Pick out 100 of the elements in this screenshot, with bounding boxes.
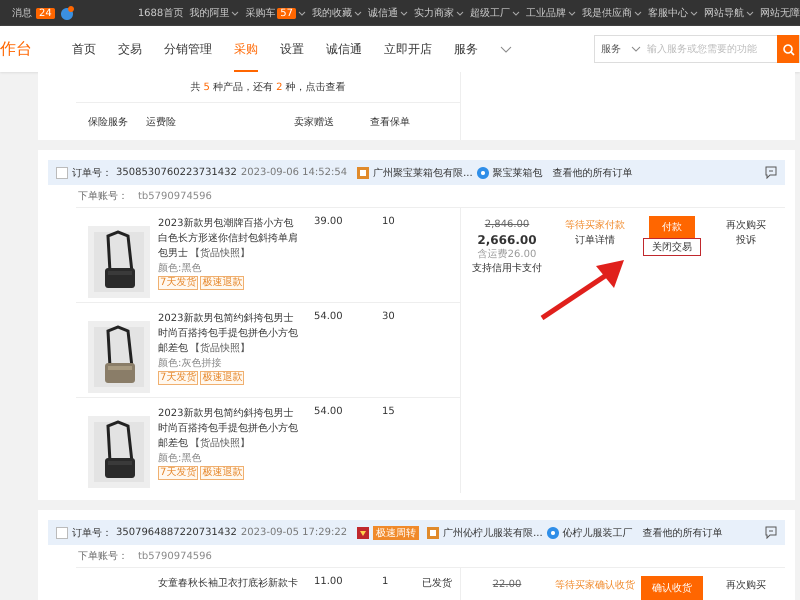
messages-link[interactable]: 消息 (12, 6, 32, 20)
product-title[interactable]: 2023新款男包潮牌百搭小方包白色长方形迷你信封包斜挎单肩包男士 【货品快照】 (158, 216, 298, 261)
order-number-label: 订单号： (72, 166, 112, 180)
chevron-icon (500, 44, 512, 54)
order-number: 3507964887220731432 (116, 527, 237, 538)
shop-icon (427, 526, 440, 538)
product-title[interactable]: 2023新款男包简约斜挎包男士时尚百搭挎包手提包拼色小方包邮差包 【货品快照】 (158, 311, 298, 356)
order-time: 2023-09-05 17:29:22 (240, 527, 348, 538)
product-variant: 颜色:黑色 (158, 452, 202, 466)
speed-tag: 极速周转 (373, 526, 420, 540)
caret-icon (690, 10, 698, 16)
top-link[interactable]: 网站无障 (760, 6, 800, 20)
original-price: 22.00 (492, 578, 522, 592)
caret-icon (456, 10, 464, 16)
snapshot-link[interactable]: 【货品快照】 (190, 343, 250, 354)
order-time: 2023-09-06 14:52:54 (240, 167, 348, 178)
top-link[interactable]: 我的阿里 (189, 6, 230, 20)
order-link[interactable]: 再次购买 (707, 578, 785, 593)
account-label: 下单账号： (78, 190, 128, 203)
all-orders-link[interactable]: 查看他的所有订单 (552, 166, 633, 180)
note-icon (765, 166, 777, 179)
account-value: tb5790974596 (138, 190, 212, 202)
checkbox[interactable] (56, 526, 68, 538)
caret-icon (231, 10, 240, 16)
nav-tab[interactable]: 分销管理 (164, 26, 212, 72)
top-link[interactable]: 工业品牌 (526, 6, 566, 20)
quantity: 1 (382, 576, 390, 589)
chat-icon (476, 166, 489, 178)
nav-tab[interactable]: 交易 (118, 26, 142, 72)
caret-icon (634, 10, 642, 16)
nav-tab[interactable]: 首页 (72, 26, 96, 72)
caret-icon (568, 10, 576, 16)
logo-text: 作台 (0, 38, 33, 60)
seller-link[interactable]: 伈柠儿服装工厂 (562, 526, 633, 540)
top-link[interactable]: 1688首页 (138, 6, 184, 20)
service-tag: 7天发货 (158, 466, 198, 480)
all-orders-link[interactable]: 查看他的所有订单 (642, 526, 723, 540)
message-count: 24 (36, 8, 55, 18)
note-icon (765, 526, 777, 539)
shop-link[interactable]: 广州伈柠儿服装有限... (443, 526, 543, 540)
caret-icon (400, 10, 408, 16)
service-tag: 极速退款 (200, 371, 244, 385)
view-policy-link[interactable]: 查看保单 (370, 115, 410, 129)
service-tag: 7天发货 (158, 276, 198, 290)
top-link[interactable]: 实力商家 (414, 6, 454, 20)
payment-note: 支持信用卡支付 (471, 262, 543, 276)
account-label: 下单账号： (78, 550, 128, 563)
service-tag: 7天发货 (158, 371, 198, 385)
quantity: 10 (382, 216, 396, 229)
product-variant: 颜色:灰色拼接 (158, 356, 222, 371)
order-status: 等待买家付款 (564, 218, 626, 233)
cart-count: 57 (277, 8, 296, 18)
close-trade-button[interactable]: 关闭交易 (643, 238, 701, 256)
product-title[interactable]: 2023新款男包简约斜挎包男士时尚百搭挎包手提包拼色小方包邮差包 【货品快照】 (158, 406, 298, 451)
snapshot-link[interactable]: 【货品快照】 (190, 248, 250, 259)
unit-price: 39.00 (313, 216, 344, 229)
search-icon (782, 42, 794, 56)
checkbox[interactable] (56, 166, 68, 178)
service-label: 运费险 (146, 116, 177, 129)
scope-dropdown[interactable]: 服务 (595, 42, 647, 56)
caret-icon (512, 10, 520, 16)
search-button[interactable] (777, 35, 799, 63)
service-label: 保险服务 (88, 116, 129, 129)
order-number-label: 订单号： (72, 526, 112, 540)
summary-text[interactable]: 共 5 种产品，还有 2 种，点击查看 (76, 72, 460, 103)
shop-icon (357, 166, 370, 178)
account-value: tb5790974596 (138, 550, 212, 562)
product-variant: 颜色:黑色 (158, 262, 202, 276)
caret-icon (354, 10, 362, 16)
caret-icon (746, 10, 754, 16)
snapshot-link[interactable]: 【货品快照】 (190, 438, 250, 449)
order-link[interactable]: 投诉 (707, 233, 785, 248)
quantity: 30 (382, 311, 396, 324)
service-label: 卖家赠送 (294, 116, 335, 129)
top-link[interactable]: 我的收藏 (312, 6, 352, 20)
seller-link[interactable]: 聚宝莱箱包 (492, 166, 543, 180)
order-link[interactable]: 再次购买 (707, 218, 785, 233)
top-link[interactable]: 我是供应商 (582, 6, 632, 20)
order-detail-link[interactable]: 订单详情 (553, 233, 637, 248)
nav-tab[interactable]: 诚信通 (326, 26, 362, 72)
unit-price: 54.00 (313, 311, 344, 324)
top-link[interactable]: 采购车 (245, 6, 276, 20)
shipping-fee: 含运费26.00 (476, 248, 538, 262)
nav-tab[interactable]: 服务 (454, 26, 478, 72)
top-link[interactable]: 超级工厂 (470, 6, 510, 20)
unit-price: 11.00 (313, 576, 344, 589)
original-price: 2,846.00 (484, 218, 530, 232)
top-link[interactable]: 诚信通 (368, 6, 398, 20)
product-title[interactable]: 女童春秋长袖卫衣打底衫新款卡 (158, 576, 298, 591)
top-link[interactable]: 客服中心 (648, 6, 688, 20)
service-tag: 极速退款 (200, 276, 244, 290)
shop-link[interactable]: 广州聚宝莱箱包有限... (373, 166, 473, 180)
quantity: 15 (382, 406, 396, 419)
nav-tab[interactable]: 设置 (280, 26, 304, 72)
service-tag: 极速退款 (200, 466, 244, 480)
order-status: 等待买家确认收货 (554, 578, 636, 593)
shipping-status: 已发货 (422, 577, 452, 591)
nav-tab[interactable]: 立即开店 (384, 26, 432, 72)
total-amount: 2,666.00 (476, 232, 538, 248)
top-link[interactable]: 网站导航 (704, 6, 744, 20)
